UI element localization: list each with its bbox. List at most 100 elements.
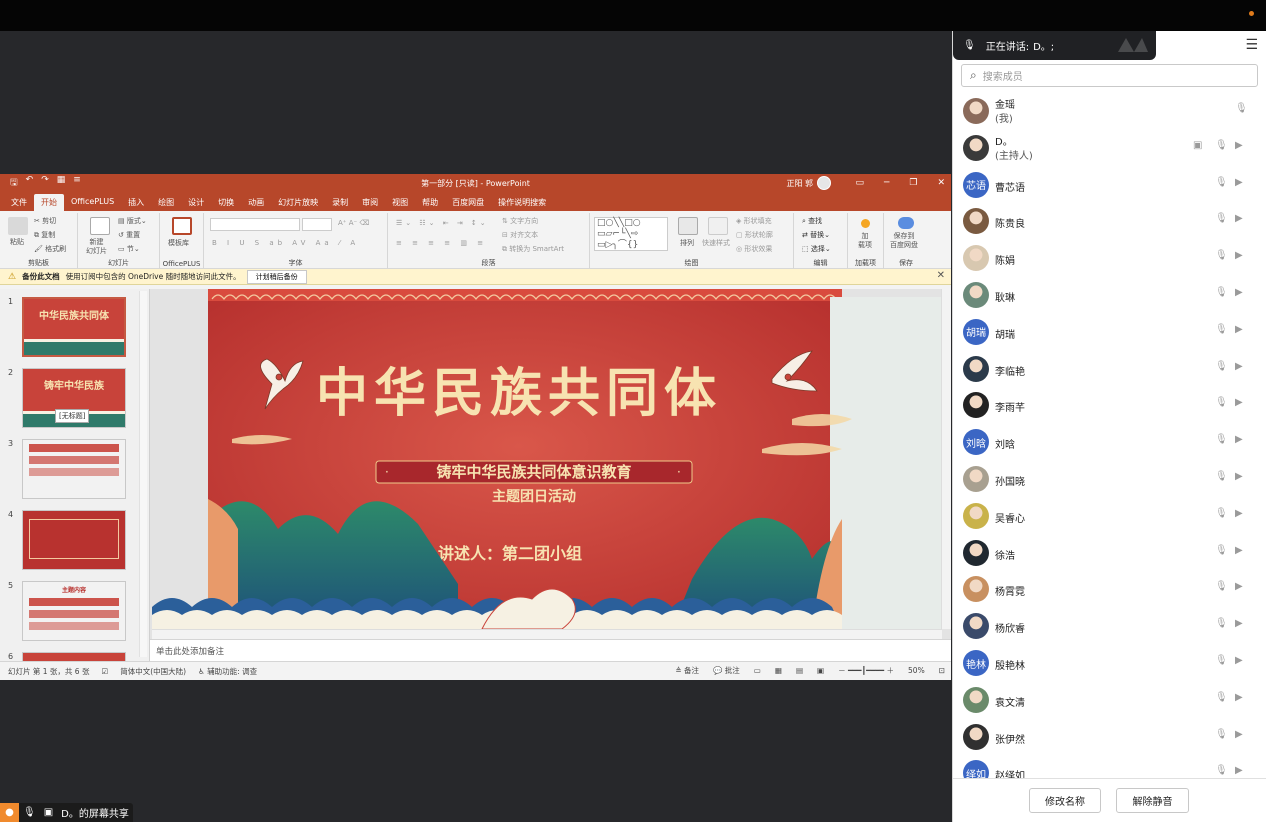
- align-text-button[interactable]: ⊟ 对齐文本: [502, 230, 538, 240]
- unmute-button[interactable]: 解除静音: [1116, 788, 1189, 813]
- mic-muted-icon[interactable]: 🎙: [1215, 729, 1228, 740]
- reset-button[interactable]: ↺ 重置: [118, 230, 140, 240]
- thumbnail-scrollbar[interactable]: [139, 291, 147, 657]
- member-row[interactable]: 李临艳 🎙 ▶: [953, 351, 1266, 388]
- camera-off-icon[interactable]: ▶: [1235, 213, 1243, 224]
- spellcheck-icon[interactable]: ☑: [101, 667, 108, 676]
- panel-menu-icon[interactable]: ☰: [1245, 37, 1258, 53]
- notes-button[interactable]: ≜ 备注: [675, 665, 699, 676]
- member-row[interactable]: 绎如 赵绎如 🎙 ▶: [953, 755, 1266, 778]
- paste-button[interactable]: 粘贴: [10, 237, 24, 247]
- paste-icon[interactable]: [8, 217, 28, 235]
- slide-thumbnail[interactable]: 中华民族共同体: [22, 297, 126, 357]
- camera-off-icon[interactable]: ▶: [1235, 177, 1243, 188]
- mic-muted-icon[interactable]: 🎙: [1215, 397, 1228, 408]
- member-row[interactable]: 耿琳 🎙 ▶: [953, 277, 1266, 314]
- reading-view-icon[interactable]: ▤: [796, 666, 803, 675]
- addins-icon[interactable]: [861, 219, 870, 228]
- section-button[interactable]: ▭ 节⌄: [118, 244, 140, 254]
- restore-icon[interactable]: ❐: [909, 178, 917, 188]
- tab-14[interactable]: 操作说明搜索: [491, 194, 553, 211]
- layout-button[interactable]: ▤ 版式⌄: [118, 216, 147, 226]
- member-search[interactable]: ⌕ 搜索成员: [961, 64, 1258, 87]
- arrange-button[interactable]: 排列: [680, 238, 694, 248]
- slide-thumbnail[interactable]: [22, 510, 126, 570]
- mic-muted-icon[interactable]: 🎙: [1215, 692, 1228, 703]
- mic-muted-icon[interactable]: 🎙: [1215, 324, 1228, 335]
- mic-muted-icon[interactable]: 🎙: [1215, 250, 1228, 261]
- replace-button[interactable]: ⇄ 替换⌄: [802, 230, 830, 240]
- member-row[interactable]: 李雨芊 🎙 ▶: [953, 387, 1266, 424]
- camera-off-icon[interactable]: ▶: [1235, 581, 1243, 592]
- account[interactable]: 正阳 郭: [786, 176, 831, 190]
- camera-off-icon[interactable]: ▶: [1235, 545, 1243, 556]
- camera-off-icon[interactable]: ▶: [1235, 692, 1243, 703]
- align-buttons[interactable]: ≡ ≡ ≡ ≡ ▥ ≡: [396, 239, 487, 247]
- mic-icon[interactable]: 🎙: [1215, 140, 1228, 151]
- shape-effects-button[interactable]: ◎ 形状效果: [736, 244, 772, 254]
- font-size-box[interactable]: [302, 218, 332, 231]
- close-icon[interactable]: ✕: [937, 178, 945, 188]
- cut-button[interactable]: ✂ 剪切: [34, 216, 56, 226]
- member-row[interactable]: D。 (主持人) ▣ 🎙 ▶: [953, 130, 1266, 167]
- tab-11[interactable]: 视图: [385, 194, 415, 211]
- slide-thumbnail[interactable]: 主题内容: [22, 581, 126, 641]
- list-buttons[interactable]: ☰⌄ ☷⌄ ⇤ ⇥ ↕⌄: [396, 219, 489, 227]
- quick-styles-icon[interactable]: [708, 217, 728, 235]
- template-button[interactable]: 模板库: [168, 238, 189, 248]
- font-size-buttons[interactable]: A⁺ A⁻ ⌫: [338, 219, 369, 227]
- camera-off-icon[interactable]: ▶: [1235, 140, 1243, 151]
- slide-canvas[interactable]: 中华民族共同体 · · 铸牢中华民族共同体意识教育 主题团日活动 讲述人：第二团…: [152, 289, 942, 629]
- tab-13[interactable]: 百度网盘: [445, 194, 491, 211]
- tab-2[interactable]: OfficePLUS: [64, 194, 121, 211]
- camera-off-icon[interactable]: ▶: [1235, 361, 1243, 372]
- slide-horizontal-scrollbar[interactable]: [152, 629, 942, 639]
- font-name-box[interactable]: [210, 218, 300, 231]
- camera-off-icon[interactable]: ▶: [1235, 729, 1243, 740]
- camera-off-icon[interactable]: ▶: [1235, 324, 1243, 335]
- select-button[interactable]: ⬚ 选择⌄: [802, 244, 831, 254]
- camera-off-icon[interactable]: ▶: [1235, 434, 1243, 445]
- backup-later-button[interactable]: 计划稍后备份: [246, 269, 307, 284]
- member-row[interactable]: 金瑶 (我) 🎙: [953, 93, 1266, 130]
- slide-thumbnail[interactable]: [22, 439, 126, 499]
- zoom-slider[interactable]: － ━━━┃━━━━ ＋: [838, 665, 894, 676]
- comments-button[interactable]: 💬 批注: [713, 665, 740, 676]
- mic-muted-icon[interactable]: 🎙: [1215, 765, 1228, 776]
- member-row[interactable]: 陈娟 🎙 ▶: [953, 240, 1266, 277]
- camera-off-icon[interactable]: ▶: [1235, 471, 1243, 482]
- smartart-button[interactable]: ⧉ 转换为 SmartArt: [502, 244, 564, 254]
- member-row[interactable]: 胡瑞 胡瑞 🎙 ▶: [953, 314, 1266, 351]
- new-slide-icon[interactable]: [90, 217, 110, 235]
- ribbon-display-icon[interactable]: ▭: [855, 178, 864, 188]
- member-row[interactable]: 艳林 殷艳林 🎙 ▶: [953, 645, 1266, 682]
- member-row[interactable]: 孙国晓 🎙 ▶: [953, 461, 1266, 498]
- mic-muted-icon[interactable]: 🎙: [1215, 434, 1228, 445]
- tab-8[interactable]: 幻灯片放映: [271, 194, 325, 211]
- mic-muted-icon[interactable]: 🎙: [1215, 471, 1228, 482]
- find-button[interactable]: ⌕ 查找: [802, 216, 822, 226]
- text-direction-button[interactable]: ⇅ 文字方向: [502, 216, 538, 226]
- tab-1[interactable]: 开始: [34, 194, 64, 211]
- mic-muted-icon[interactable]: 🎙: [1215, 581, 1228, 592]
- member-row[interactable]: 张伊然 🎙 ▶: [953, 719, 1266, 756]
- normal-view-icon[interactable]: ▭: [754, 666, 761, 675]
- tab-7[interactable]: 动画: [241, 194, 271, 211]
- arrange-icon[interactable]: [678, 217, 698, 235]
- tab-4[interactable]: 绘图: [151, 194, 181, 211]
- member-row[interactable]: 吴睿心 🎙 ▶: [953, 498, 1266, 535]
- new-slide-button[interactable]: 新建 幻灯片: [86, 238, 107, 256]
- tab-0[interactable]: 文件: [4, 194, 34, 211]
- mic-muted-icon[interactable]: 🎙: [1215, 508, 1228, 519]
- quick-styles-button[interactable]: 快速样式: [702, 238, 730, 248]
- slide-thumbnail[interactable]: 铸牢中华民族 [无标题]: [22, 368, 126, 428]
- member-row[interactable]: 杨欣睿 🎙 ▶: [953, 608, 1266, 645]
- slideshow-icon[interactable]: ▣: [817, 666, 824, 675]
- fit-window-icon[interactable]: ⊡: [939, 666, 945, 675]
- notes-pane[interactable]: 单击此处添加备注: [150, 639, 951, 661]
- camera-off-icon[interactable]: ▶: [1235, 250, 1243, 261]
- member-row[interactable]: 杨霄霓 🎙 ▶: [953, 571, 1266, 608]
- zoom-level[interactable]: 50%: [908, 666, 925, 675]
- close-info-icon[interactable]: ✕: [937, 270, 945, 281]
- sorter-view-icon[interactable]: ▦: [775, 666, 782, 675]
